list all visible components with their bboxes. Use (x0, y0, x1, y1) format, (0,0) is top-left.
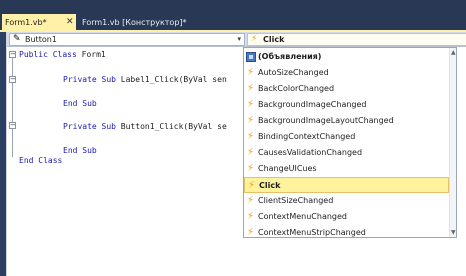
lightning-bolt-icon: ⚡ (247, 131, 255, 142)
dropdown-item[interactable]: ⚡ ContextMenuStripChanged (244, 225, 449, 238)
dropdown-scrollbar[interactable]: ▲ ▼ (449, 48, 456, 237)
dropdown-item[interactable]: ⚡ BackgroundImageChanged (244, 97, 449, 113)
lightning-bolt-icon: ⚡ (247, 195, 255, 206)
lightning-bolt-icon: ⚡ (247, 67, 255, 78)
object-combo-value: Button1 (25, 35, 57, 44)
tab-form1-designer-label: Form1.vb [Конструктор]* (82, 18, 187, 27)
dropdown-item[interactable]: ⚡ BindingContextChanged (244, 129, 449, 145)
code-line: Private Sub Button1_Click(ByVal se (63, 122, 227, 132)
collapse-class-icon[interactable]: − (9, 51, 16, 58)
code-keyword: Private Sub (63, 75, 121, 84)
code-keyword: End Sub (63, 99, 97, 108)
dropdown-item[interactable]: ⚡ ChangeUICues (244, 161, 449, 177)
event-dropdown-list[interactable]: (Объявления) ⚡ AutoSizeChanged ⚡ BackColor… (243, 47, 457, 238)
lightning-bolt-icon: ⚡ (247, 211, 255, 222)
code-keyword: End Class (19, 156, 63, 165)
document-tab-strip: Form1.vb* ✕ Form1.vb [Конструктор]* (0, 0, 466, 32)
dropdown-item-label: ContextMenuChanged (258, 212, 348, 221)
lightning-bolt-icon: ⚡ (251, 34, 258, 44)
collapse-sub-label1-icon[interactable]: − (9, 76, 16, 83)
tab-form1-designer[interactable]: Form1.vb [Конструктор]* (78, 14, 208, 31)
lightning-bolt-icon: ⚡ (248, 180, 256, 191)
chevron-down-icon[interactable]: ▾ (237, 34, 241, 45)
outline-line (12, 55, 13, 157)
code-line: Private Sub Label1_Click(ByVal sen (63, 75, 227, 85)
dropdown-item-label: BackColorChanged (258, 84, 335, 93)
declarations-icon (246, 52, 256, 62)
dropdown-item-label: Click (259, 181, 281, 190)
code-line: End Class (19, 156, 62, 166)
dropdown-item-label: CausesValidationChanged (258, 148, 363, 157)
button-object-icon: ✎ (13, 34, 21, 44)
code-text: Label1_Click(ByVal sen (120, 75, 227, 84)
navigation-bar: ✎ Button1 ▾ ⚡ Click (7, 32, 466, 47)
code-keyword: Private Sub (63, 122, 121, 131)
dropdown-item[interactable]: ⚡ AutoSizeChanged (244, 65, 449, 81)
dropdown-item[interactable]: ⚡ BackColorChanged (244, 81, 449, 97)
dropdown-item-declarations[interactable]: (Объявления) (244, 49, 449, 65)
lightning-bolt-icon: ⚡ (247, 115, 255, 126)
dropdown-item-label: ChangeUICues (258, 164, 317, 173)
scroll-down-icon[interactable]: ▼ (451, 229, 456, 236)
dropdown-item-label: BackgroundImageChanged (258, 100, 367, 109)
lightning-bolt-icon: ⚡ (247, 163, 255, 174)
event-combo-value: Click (263, 35, 285, 44)
lightning-bolt-icon: ⚡ (247, 227, 255, 238)
dropdown-item-label: ContextMenuStripChanged (258, 228, 366, 237)
tab-form1-vb[interactable]: Form1.vb* ✕ (2, 14, 76, 31)
code-text: Form1 (81, 50, 106, 59)
dropdown-item[interactable]: ⚡ ClientSizeChanged (244, 193, 449, 209)
lightning-bolt-icon: ⚡ (247, 83, 255, 94)
dropdown-item[interactable]: ⚡ ContextMenuChanged (244, 209, 449, 225)
lightning-bolt-icon: ⚡ (247, 99, 255, 110)
dropdown-item-label: AutoSizeChanged (258, 68, 329, 77)
collapse-sub-button1-icon[interactable]: − (9, 122, 16, 129)
dropdown-item[interactable]: ⚡ CausesValidationChanged (244, 145, 449, 161)
code-line: Public Class Form1 (19, 50, 106, 60)
dropdown-item-label: (Объявления) (258, 52, 322, 61)
dropdown-item-label: ClientSizeChanged (258, 196, 334, 205)
code-line: End Sub (63, 99, 97, 109)
code-text: Button1_Click(ByVal se (120, 122, 227, 131)
object-combo[interactable]: ✎ Button1 ▾ (9, 33, 245, 46)
code-line: End Sub (63, 146, 97, 156)
close-icon[interactable]: ✕ (66, 14, 74, 31)
dropdown-item-selected[interactable]: ⚡ Click (244, 177, 449, 193)
event-combo[interactable]: ⚡ Click (247, 33, 466, 46)
code-keyword: Public Class (19, 50, 82, 59)
tab-form1-vb-label: Form1.vb* (5, 18, 47, 27)
scroll-up-icon[interactable]: ▲ (451, 49, 456, 56)
dropdown-item[interactable]: ⚡ BackgroundImageLayoutChanged (244, 113, 449, 129)
code-keyword: End Sub (63, 146, 97, 155)
dropdown-item-label: BackgroundImageLayoutChanged (258, 116, 394, 125)
dropdown-item-label: BindingContextChanged (258, 132, 356, 141)
lightning-bolt-icon: ⚡ (247, 147, 255, 158)
